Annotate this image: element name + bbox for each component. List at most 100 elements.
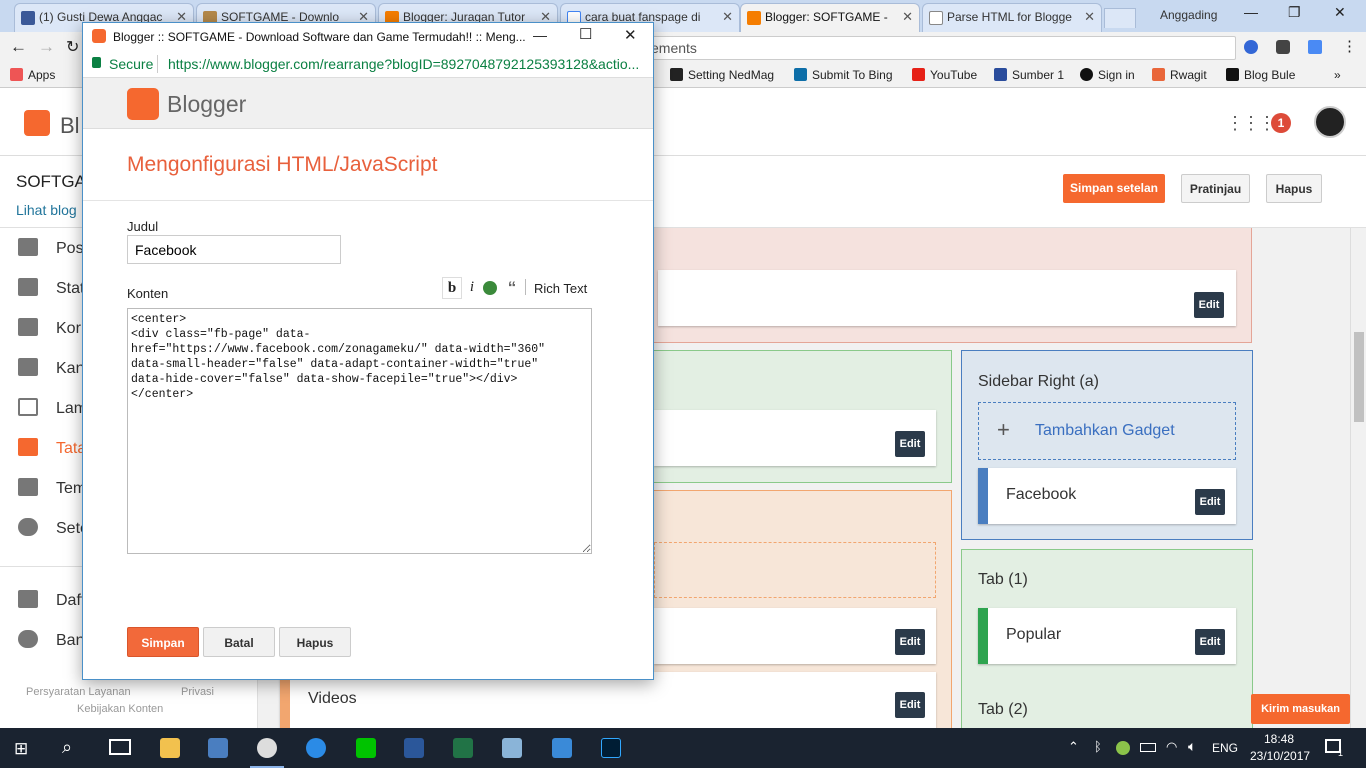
maximize-icon[interactable]: ❐: [1288, 4, 1301, 21]
sidebar-item-reading-list[interactable]: Daft: [18, 590, 85, 610]
edit-button[interactable]: Edit: [895, 629, 925, 655]
gadget-card[interactable]: Edit: [658, 270, 1236, 326]
word-icon[interactable]: [404, 738, 424, 758]
app-icon[interactable]: [552, 738, 572, 758]
add-gadget-button[interactable]: + Tambahkan Gadget: [978, 402, 1236, 460]
back-icon[interactable]: ←: [10, 37, 27, 57]
battery-icon[interactable]: [1140, 743, 1156, 752]
bookmark-item[interactable]: Sign in: [1080, 68, 1135, 82]
popup-url[interactable]: https://www.blogger.com/rearrange?blogID…: [168, 56, 646, 72]
page-scrollbar[interactable]: [1350, 228, 1366, 728]
content-textarea[interactable]: <center> <div class="fb-page" data- href…: [127, 308, 592, 554]
close-icon[interactable]: ✕: [624, 26, 637, 44]
quote-icon[interactable]: “: [502, 277, 522, 299]
feedback-button[interactable]: Kirim masukan: [1251, 694, 1350, 724]
bold-icon[interactable]: b: [442, 277, 462, 299]
clock-time[interactable]: 18:48: [1264, 732, 1294, 746]
gadget-videos[interactable]: Videos Edit: [280, 672, 936, 728]
apps-grid-icon[interactable]: ⋮⋮⋮: [1226, 113, 1276, 134]
drag-handle[interactable]: [978, 468, 988, 524]
bookmark-item[interactable]: Sumber 1: [994, 68, 1064, 82]
gadget-facebook[interactable]: Facebook Edit: [978, 468, 1236, 524]
maximize-icon[interactable]: ☐: [579, 25, 592, 43]
file-explorer-icon[interactable]: [160, 738, 180, 758]
gadget-card[interactable]: Edit: [654, 608, 936, 664]
drag-handle[interactable]: [978, 608, 988, 664]
sidebar-item-posts[interactable]: Pos: [18, 238, 84, 258]
tray-icon[interactable]: [1116, 741, 1130, 755]
sidebar-item-help[interactable]: Ban: [18, 630, 84, 650]
privacy-link[interactable]: Privasi: [181, 686, 214, 698]
close-icon[interactable]: ✕: [1084, 9, 1095, 25]
bookmark-item[interactable]: Submit To Bing: [794, 68, 893, 82]
minimize-icon[interactable]: —: [533, 27, 547, 43]
close-window-icon[interactable]: ✕: [1334, 4, 1346, 21]
bookmark-item[interactable]: Blog Bule: [1226, 68, 1295, 82]
app-icon[interactable]: [208, 738, 228, 758]
bookmark-item[interactable]: Rwagit: [1152, 68, 1207, 82]
edit-button[interactable]: Edit: [895, 431, 925, 457]
chevron-up-icon[interactable]: ⌃: [1068, 739, 1079, 755]
delete-button[interactable]: Hapus: [1266, 174, 1322, 203]
new-tab-button[interactable]: [1104, 8, 1136, 28]
bookmark-item[interactable]: YouTube: [912, 68, 977, 82]
title-input[interactable]: [127, 235, 341, 264]
bookmark-item[interactable]: Setting NedMag: [670, 68, 774, 82]
bookmark-apps[interactable]: Apps: [10, 68, 55, 82]
link-icon[interactable]: [483, 281, 497, 295]
sidebar-item-stats[interactable]: Stat: [18, 278, 84, 298]
sidebar-item-theme[interactable]: Tem: [18, 478, 86, 498]
blogger-logo-icon[interactable]: [24, 110, 50, 136]
italic-icon[interactable]: i: [462, 277, 482, 299]
avatar[interactable]: [1314, 106, 1346, 138]
edit-button[interactable]: Edit: [895, 692, 925, 718]
sidebar-item-earnings[interactable]: Kan: [18, 358, 84, 378]
gadget-card[interactable]: Edit: [654, 410, 936, 466]
notification-badge[interactable]: 1: [1271, 113, 1291, 133]
search-icon[interactable]: ⌕: [62, 737, 72, 758]
sidebar-item-pages[interactable]: Lam: [18, 398, 87, 418]
edit-button[interactable]: Edit: [1195, 629, 1225, 655]
browser-tab-active[interactable]: Blogger: SOFTGAME - ✕: [740, 3, 920, 32]
extension-icon[interactable]: [1276, 40, 1290, 54]
extension-icon[interactable]: [1244, 40, 1258, 54]
add-gadget-area[interactable]: [654, 542, 936, 598]
bluetooth-icon[interactable]: ᛒ: [1094, 739, 1102, 754]
browser-tab[interactable]: Parse HTML for Blogge ✕: [922, 3, 1102, 32]
windows-start-icon[interactable]: ⊞: [14, 739, 28, 759]
app-icon[interactable]: [502, 738, 522, 758]
sidebar-item-comments[interactable]: Kor: [18, 318, 81, 338]
menu-icon[interactable]: ⋮: [1342, 37, 1357, 55]
save-settings-button[interactable]: Simpan setelan: [1063, 174, 1165, 203]
excel-icon[interactable]: [453, 738, 473, 758]
scrollbar-thumb[interactable]: [1354, 332, 1364, 422]
task-view-icon[interactable]: [109, 739, 131, 755]
terms-link[interactable]: Persyaratan Layanan: [26, 686, 131, 698]
edit-button[interactable]: Edit: [1194, 292, 1224, 318]
clock-date[interactable]: 23/10/2017: [1250, 749, 1310, 763]
sidebar-item-layout[interactable]: Tata: [18, 438, 86, 458]
minimize-icon[interactable]: —: [1244, 4, 1258, 20]
edit-button[interactable]: Edit: [1195, 489, 1225, 515]
rich-text-toggle[interactable]: Rich Text: [534, 281, 587, 296]
language-indicator[interactable]: ENG: [1212, 741, 1238, 755]
gadget-popular[interactable]: Popular Edit: [978, 608, 1236, 664]
view-blog-link[interactable]: Lihat blog: [16, 202, 77, 218]
forward-icon[interactable]: →: [38, 37, 55, 57]
photoshop-icon[interactable]: [601, 738, 621, 758]
content-policy-link[interactable]: Kebijakan Konten: [77, 703, 163, 715]
sidebar-item-settings[interactable]: Sete: [18, 518, 89, 538]
close-icon[interactable]: ✕: [722, 9, 733, 25]
line-icon[interactable]: [356, 738, 376, 758]
chrome-icon[interactable]: [257, 738, 277, 758]
volume-icon[interactable]: 🔈︎: [1188, 738, 1196, 755]
extension-icon[interactable]: [1308, 40, 1322, 54]
cancel-button[interactable]: Batal: [203, 627, 275, 657]
wifi-icon[interactable]: ◠: [1166, 739, 1177, 755]
save-button[interactable]: Simpan: [127, 627, 199, 657]
app-icon[interactable]: [306, 738, 326, 758]
preview-button[interactable]: Pratinjau: [1181, 174, 1250, 203]
reload-icon[interactable]: ↻: [66, 37, 79, 57]
drag-handle[interactable]: [280, 672, 290, 728]
delete-button[interactable]: Hapus: [279, 627, 351, 657]
